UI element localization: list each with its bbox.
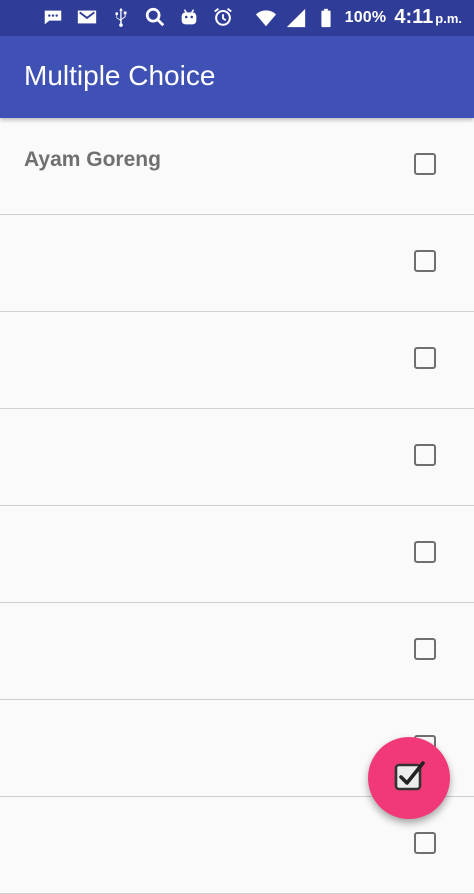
chat-icon <box>42 6 64 28</box>
am-pm: p.m. <box>435 11 462 26</box>
gmail-icon <box>76 6 98 28</box>
checkbox[interactable] <box>414 153 436 175</box>
list-item[interactable] <box>0 215 474 312</box>
checkbox[interactable] <box>414 444 436 466</box>
list-item[interactable] <box>0 409 474 506</box>
check-box-icon <box>391 758 427 799</box>
app-bar: Multiple Choice <box>0 36 474 118</box>
usb-icon <box>110 6 132 28</box>
alarm-icon <box>212 6 234 28</box>
checkbox[interactable] <box>414 832 436 854</box>
list-item[interactable] <box>0 603 474 700</box>
checkbox[interactable] <box>414 541 436 563</box>
status-left-icons <box>42 6 234 28</box>
list-item[interactable]: Ayam Goreng <box>0 118 474 215</box>
clock: 4:11 p.m. <box>394 6 462 29</box>
status-right-icons: 100% 4:11 p.m. <box>255 6 462 29</box>
battery-percentage: 100% <box>344 8 387 26</box>
item-label: Ayam Goreng <box>24 148 161 171</box>
submit-fab-button[interactable] <box>368 737 450 819</box>
app-title: Multiple Choice <box>24 60 216 91</box>
list-item[interactable] <box>0 312 474 409</box>
battery-icon <box>315 7 337 29</box>
search-icon <box>144 6 166 28</box>
checkbox[interactable] <box>414 638 436 660</box>
time: 4:11 <box>394 6 434 28</box>
checkbox[interactable] <box>414 250 436 272</box>
wifi-icon <box>255 7 277 29</box>
list-item[interactable] <box>0 506 474 603</box>
signal-icon <box>285 7 307 29</box>
android-icon <box>178 6 200 28</box>
status-bar: 100% 4:11 p.m. <box>0 0 474 36</box>
checkbox[interactable] <box>414 347 436 369</box>
